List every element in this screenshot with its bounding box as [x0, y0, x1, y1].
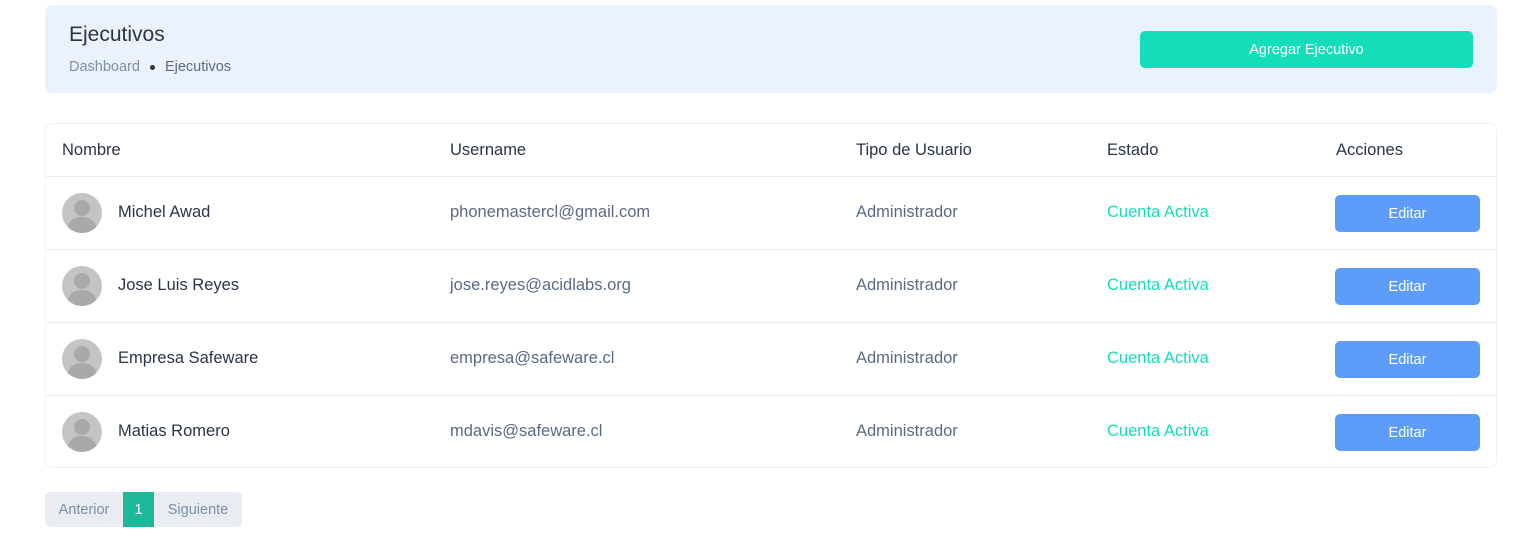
user-type: Administrador	[856, 349, 958, 367]
status-badge: Cuenta Activa	[1107, 276, 1209, 294]
user-type: Administrador	[856, 203, 958, 221]
column-header-username: Username	[450, 141, 527, 159]
user-name: Matias Romero	[118, 422, 230, 440]
page-title: Ejecutivos	[69, 23, 165, 46]
column-header-user-type: Tipo de Usuario	[856, 141, 972, 159]
table-row: Jose Luis Reyes jose.reyes@acidlabs.org …	[46, 250, 1496, 323]
user-username: jose.reyes@acidlabs.org	[450, 276, 631, 294]
status-badge: Cuenta Activa	[1107, 203, 1209, 221]
edit-button[interactable]: Editar	[1335, 341, 1480, 378]
status-badge: Cuenta Activa	[1107, 422, 1209, 440]
pagination-page-1[interactable]: 1	[123, 492, 154, 527]
breadcrumb-separator	[149, 64, 155, 70]
user-placeholder-icon	[62, 266, 102, 306]
breadcrumb-dashboard-link[interactable]: Dashboard	[69, 59, 140, 75]
breadcrumb: Dashboard Ejecutivos	[69, 59, 231, 75]
user-name: Michel Awad	[118, 203, 211, 221]
column-header-actions: Acciones	[1336, 141, 1403, 159]
user-username: phonemastercl@gmail.com	[450, 203, 651, 221]
user-name: Jose Luis Reyes	[118, 276, 240, 294]
breadcrumb-current: Ejecutivos	[164, 59, 232, 75]
add-executive-button[interactable]: Agregar Ejecutivo	[1140, 31, 1473, 68]
edit-button[interactable]: Editar	[1335, 268, 1480, 305]
pagination-previous-button[interactable]: Anterior	[45, 492, 123, 527]
user-username: mdavis@safeware.cl	[450, 422, 603, 440]
table-row: Michel Awad phonemastercl@gmail.com Admi…	[46, 177, 1496, 250]
user-type: Administrador	[856, 276, 958, 294]
table-row: Matias Romero mdavis@safeware.cl Adminis…	[46, 396, 1496, 469]
user-type: Administrador	[856, 422, 958, 440]
user-placeholder-icon	[62, 193, 102, 233]
table-row: Empresa Safeware empresa@safeware.cl Adm…	[46, 323, 1496, 396]
column-header-name: Nombre	[62, 141, 121, 159]
pagination-next-button[interactable]: Siguiente	[154, 492, 242, 527]
table-header: Nombre Username Tipo de Usuario Estado A…	[46, 124, 1496, 177]
status-badge: Cuenta Activa	[1107, 349, 1209, 367]
pagination: Anterior 1 Siguiente	[45, 492, 242, 527]
user-placeholder-icon	[62, 339, 102, 379]
user-placeholder-icon	[62, 412, 102, 452]
page-header: Ejecutivos Dashboard Ejecutivos Agregar …	[45, 5, 1497, 93]
executives-table: Nombre Username Tipo de Usuario Estado A…	[45, 123, 1497, 468]
edit-button[interactable]: Editar	[1335, 414, 1480, 451]
user-name: Empresa Safeware	[118, 349, 259, 367]
user-username: empresa@safeware.cl	[450, 349, 615, 367]
column-header-status: Estado	[1107, 141, 1159, 159]
edit-button[interactable]: Editar	[1335, 195, 1480, 232]
